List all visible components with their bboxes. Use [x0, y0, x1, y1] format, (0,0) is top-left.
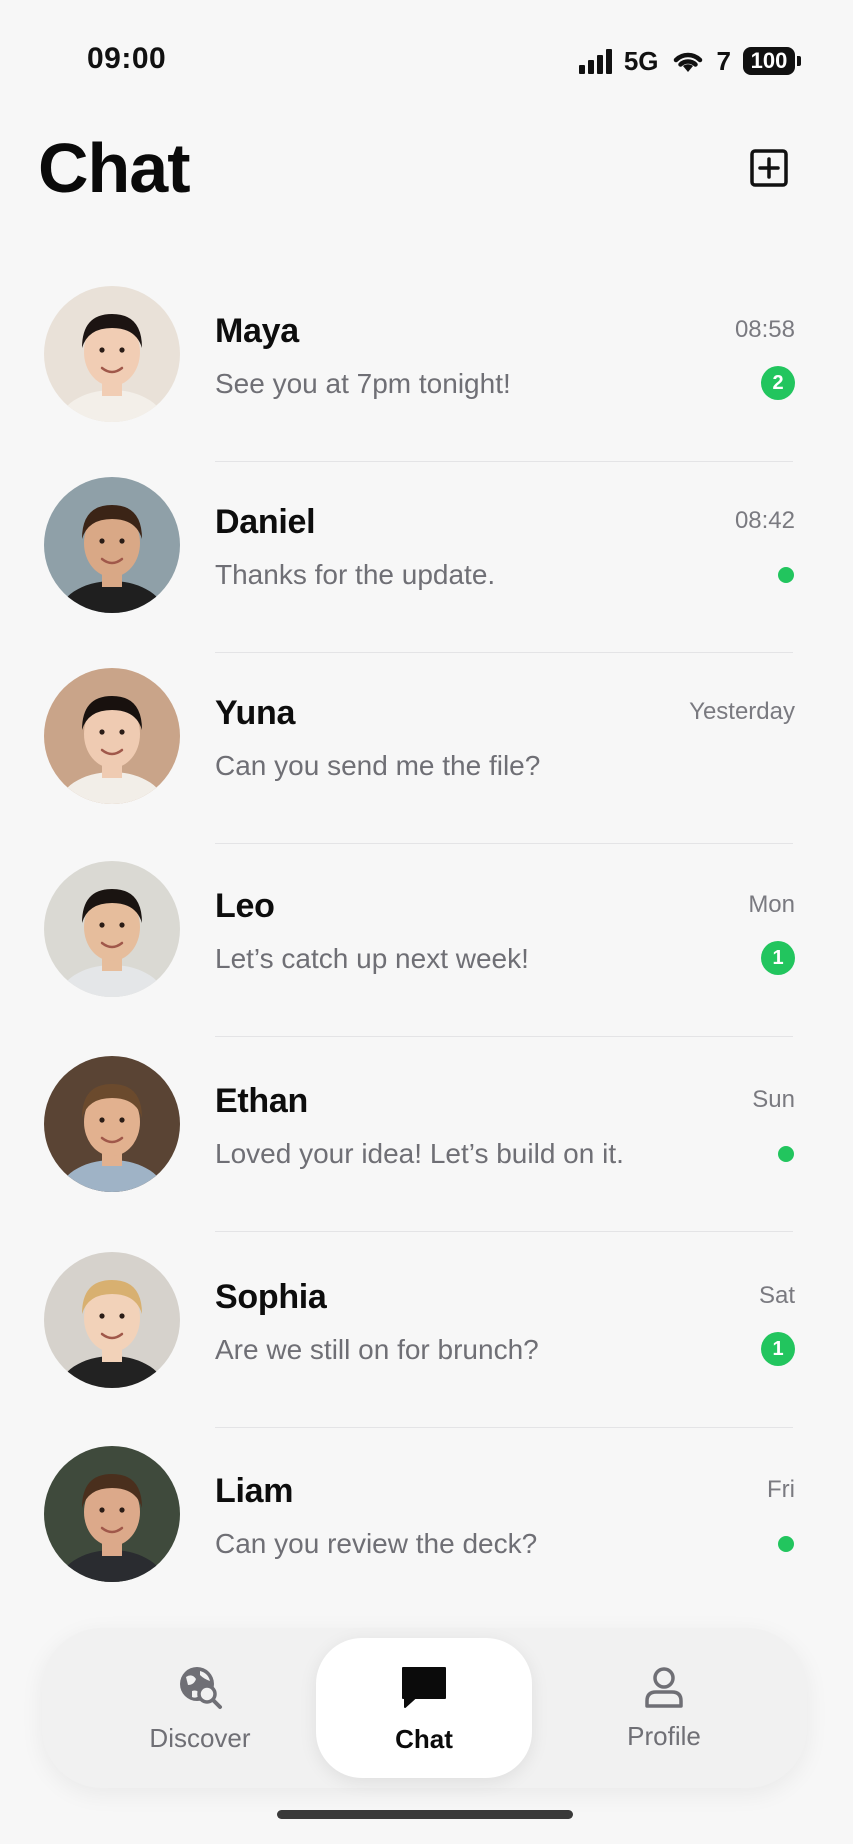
network-type: 5G	[623, 45, 659, 76]
avatar	[44, 861, 180, 997]
chat-item-yuna[interactable]: Yuna Can you send me the file? Yesterday	[0, 664, 853, 804]
person-icon	[645, 1666, 683, 1708]
plus-square-icon	[750, 149, 788, 187]
chat-name: Liam	[215, 1472, 294, 1510]
chat-preview: Let’s catch up next week!	[215, 943, 529, 974]
avatar	[44, 1446, 180, 1582]
online-status-dot	[778, 1146, 794, 1162]
avatar	[44, 286, 180, 422]
chat-timestamp: Sat	[758, 1282, 795, 1309]
divider	[215, 461, 793, 462]
avatar	[44, 477, 180, 613]
chat-name: Yuna	[215, 694, 296, 732]
globe-search-icon	[180, 1666, 222, 1709]
chat-timestamp: Yesterday	[689, 698, 795, 725]
chat-timestamp: Sun	[752, 1086, 795, 1113]
status-bar: 09:00 5G 7 100	[0, 0, 853, 120]
tab-label: Profile	[627, 1720, 701, 1751]
unread-badge: 2	[761, 366, 795, 400]
tab-label: Chat	[395, 1723, 453, 1754]
status-icons: 5G 7 100	[578, 44, 801, 78]
chat-item-leo[interactable]: Leo Let’s catch up next week! Mon 1	[0, 857, 853, 997]
tab-bar: Discover Chat Profile	[42, 1628, 807, 1788]
battery-level: 100	[743, 47, 795, 75]
chat-name: Daniel	[215, 503, 316, 541]
divider	[215, 843, 793, 844]
divider	[215, 1231, 793, 1232]
cellular-signal-icon	[578, 48, 612, 74]
tab-discover[interactable]: Discover	[92, 1638, 308, 1778]
divider	[215, 1036, 793, 1037]
avatar	[44, 668, 180, 804]
home-indicator	[277, 1810, 573, 1819]
chat-name: Ethan	[215, 1082, 308, 1120]
chat-item-daniel[interactable]: Daniel Thanks for the update. 08:42	[0, 473, 853, 613]
chat-timestamp: Mon	[748, 891, 795, 918]
chat-name: Maya	[215, 312, 299, 350]
new-chat-button[interactable]	[747, 146, 791, 190]
chat-name: Sophia	[215, 1278, 327, 1316]
battery-icon: 100	[743, 47, 801, 75]
chat-preview: See you at 7pm tonight!	[215, 368, 511, 399]
chat-item-sophia[interactable]: Sophia Are we still on for brunch? Sat 1	[0, 1248, 853, 1388]
online-status-dot	[778, 567, 794, 583]
chat-timestamp: 08:58	[734, 316, 795, 343]
avatar	[44, 1056, 180, 1192]
status-time: 09:00	[87, 42, 167, 75]
avatar	[44, 1252, 180, 1388]
divider	[215, 1427, 793, 1428]
chat-preview: Loved your idea! Let’s build on it.	[215, 1138, 624, 1169]
unread-badge: 1	[761, 941, 795, 975]
chat-name: Leo	[215, 887, 275, 925]
chat-preview: Can you send me the file?	[215, 750, 541, 781]
chat-preview: Can you review the deck?	[215, 1528, 538, 1559]
unread-badge: 1	[761, 1332, 795, 1366]
chat-bubble-icon	[402, 1666, 446, 1708]
chat-timestamp: Fri	[767, 1476, 795, 1503]
chat-item-maya[interactable]: Maya See you at 7pm tonight! 08:58 2	[0, 282, 853, 422]
wifi-icon	[673, 52, 702, 72]
wifi-label: 7	[716, 45, 731, 76]
tab-profile[interactable]: Profile	[556, 1638, 772, 1778]
tab-chat[interactable]: Chat	[316, 1638, 532, 1778]
page-title: Chat	[38, 129, 191, 207]
chat-item-ethan[interactable]: Ethan Loved your idea! Let’s build on it.…	[0, 1052, 853, 1192]
chat-timestamp: 08:42	[734, 507, 795, 534]
chat-item-liam[interactable]: Liam Can you review the deck? Fri	[0, 1442, 853, 1582]
divider	[215, 652, 793, 653]
chat-preview: Are we still on for brunch?	[215, 1334, 539, 1365]
tab-label: Discover	[149, 1722, 251, 1753]
header: Chat	[0, 120, 853, 230]
online-status-dot	[778, 1536, 794, 1552]
chat-preview: Thanks for the update.	[215, 559, 496, 590]
